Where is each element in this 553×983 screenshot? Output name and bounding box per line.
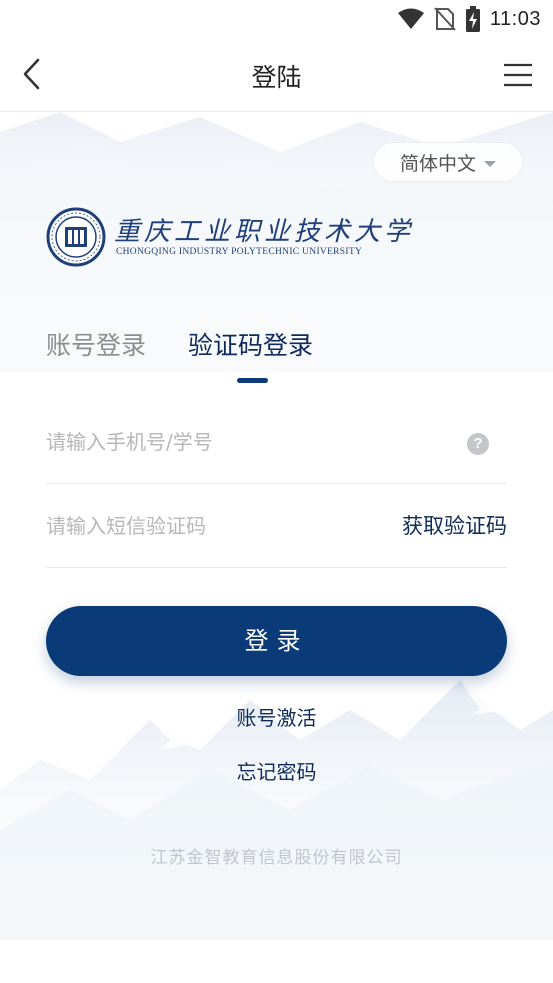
forgot-password-link[interactable]: 忘记密码	[0, 756, 553, 785]
nav-bar: 登陆	[0, 38, 553, 112]
battery-charging-icon	[465, 6, 480, 32]
status-icons: 11:03	[397, 5, 541, 33]
phone-field-row: ?	[46, 400, 507, 484]
tab-code-login[interactable]: 验证码登录	[188, 326, 313, 362]
menu-icon[interactable]	[503, 62, 533, 88]
login-button[interactable]: 登录	[46, 606, 507, 676]
sms-code-input[interactable]	[46, 506, 376, 546]
language-select[interactable]: 简体中文	[373, 142, 523, 182]
logo-name-en: CHONGQING INDUSTRY POLYTECHNIC UNIVERSIT…	[116, 247, 363, 257]
tab-account-login[interactable]: 账号登录	[46, 326, 146, 362]
login-screen: 11:03 登陆 简体中文 重庆工业职业技术大学 CHONGQING INDUS…	[0, 0, 553, 983]
wifi-icon	[397, 8, 424, 29]
chevron-down-icon	[484, 160, 496, 167]
mountain-background-bottom	[0, 680, 553, 940]
language-label: 简体中文	[399, 152, 476, 175]
status-time: 11:03	[489, 7, 541, 30]
logo-name-cn: 重庆工业职业技术大学	[114, 217, 415, 247]
status-bar: 11:03	[0, 0, 553, 38]
university-logo: 重庆工业职业技术大学 CHONGQING INDUSTRY POLYTECHNI…	[46, 207, 410, 267]
get-code-button[interactable]: 获取验证码	[402, 510, 507, 540]
activate-account-link[interactable]: 账号激活	[0, 702, 553, 731]
company-footer: 江苏金智教育信息股份有限公司	[150, 848, 403, 868]
university-seal-icon	[46, 207, 106, 267]
help-icon[interactable]: ?	[467, 433, 489, 455]
active-tab-indicator	[237, 378, 268, 383]
no-sim-icon	[434, 7, 456, 31]
login-tabs: 账号登录 验证码登录	[46, 326, 366, 386]
page-title: 登陆	[251, 63, 302, 92]
sms-code-field-row: 获取验证码	[46, 484, 507, 568]
phone-input[interactable]	[46, 422, 376, 462]
